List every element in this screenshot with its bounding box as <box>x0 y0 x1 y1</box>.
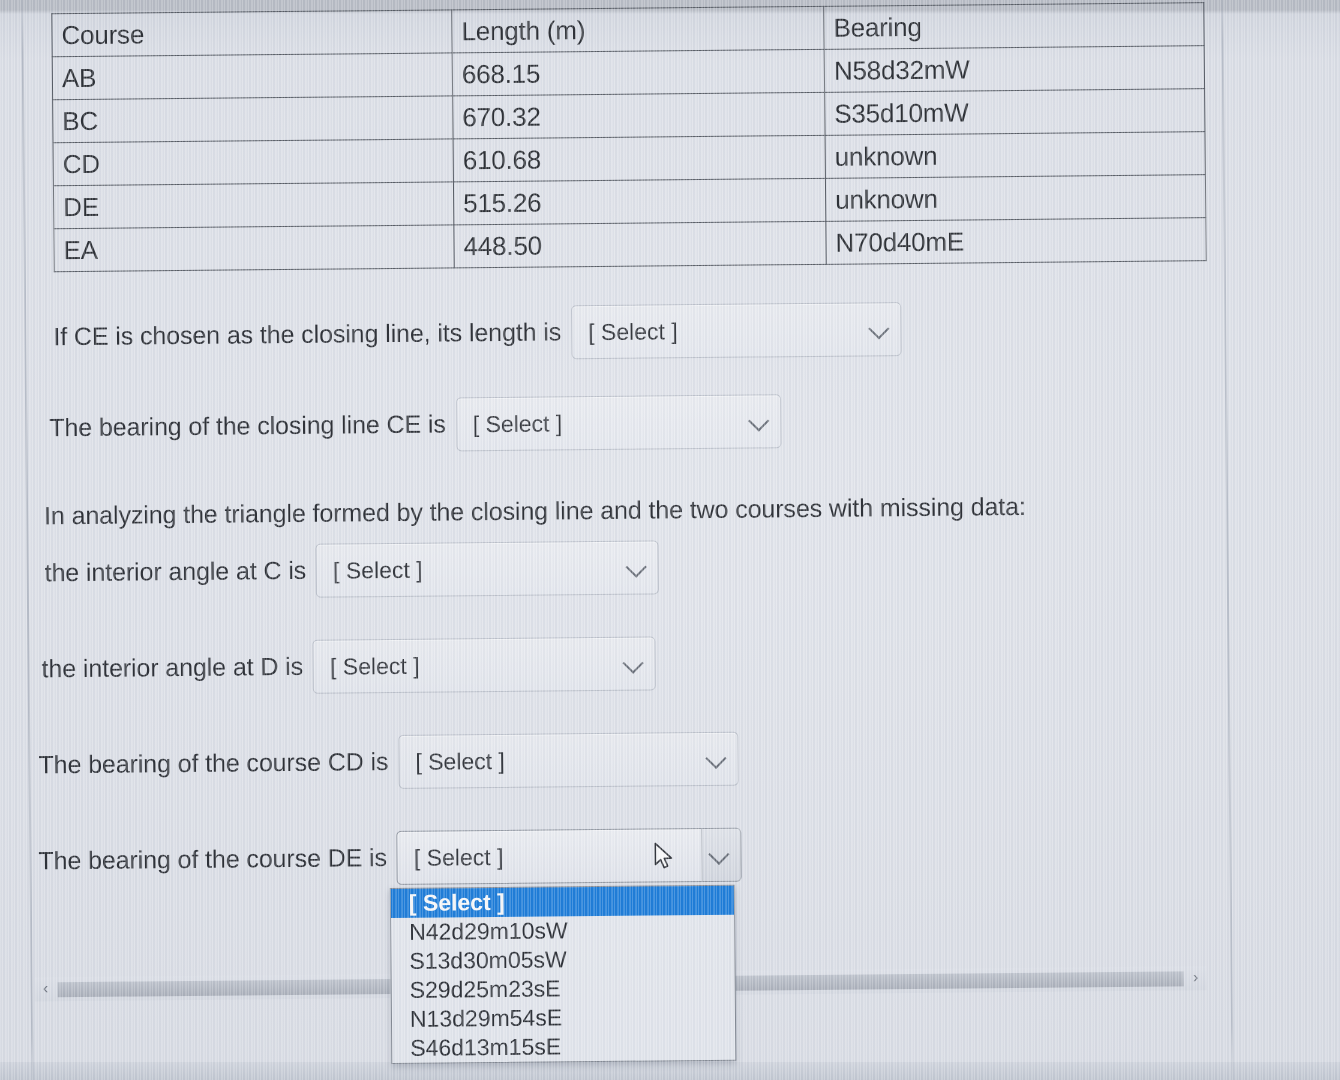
chevron-down-icon <box>626 557 647 578</box>
scroll-right-arrow-icon[interactable]: › <box>1185 966 1207 990</box>
select-bearing-de[interactable]: [ Select ] <box>397 828 743 885</box>
header-bearing: Bearing <box>824 3 1204 50</box>
select-closing-length[interactable]: [ Select ] <box>571 302 902 359</box>
question-closing-length: If CE is chosen as the closing line, its… <box>53 302 901 364</box>
panel-left-edge <box>21 0 34 1080</box>
scroll-left-arrow-icon[interactable]: ‹ <box>35 977 57 1001</box>
select-angle-c[interactable]: [ Select ] <box>316 540 660 597</box>
question-closing-bearing-label: The bearing of the closing line CE is <box>49 410 446 443</box>
question-bearing-de-label: The bearing of the course DE is <box>38 844 387 876</box>
cell-length: 448.50 <box>454 221 826 268</box>
cell-course: BC <box>53 96 453 143</box>
question-angle-c: the interior angle at C is [ Select ] <box>44 540 659 600</box>
dropdown-option[interactable]: S46d13m15sE <box>392 1031 735 1063</box>
select-closing-bearing-value: [ Select ] <box>473 410 563 438</box>
cell-bearing: N70d40mE <box>826 218 1206 265</box>
question-bearing-de: The bearing of the course DE is [ Select… <box>38 828 742 889</box>
cell-bearing: N58d32mW <box>824 46 1204 93</box>
select-bearing-cd-value: [ Select ] <box>415 747 505 775</box>
question-closing-length-label: If CE is chosen as the closing line, its… <box>53 318 561 352</box>
dropdown-option[interactable]: N13d29m54sE <box>392 1002 735 1034</box>
cell-bearing: unknown <box>825 132 1205 179</box>
select-bearing-cd[interactable]: [ Select ] <box>398 732 739 789</box>
question-angle-d: the interior angle at D is [ Select ] <box>41 636 656 696</box>
cell-length: 668.15 <box>452 49 824 96</box>
question-bearing-cd: The bearing of the course CD is [ Select… <box>38 732 738 793</box>
select-closing-length-value: [ Select ] <box>588 318 678 346</box>
cell-course: AB <box>52 53 452 100</box>
select-angle-d-value: [ Select ] <box>330 652 420 680</box>
screenshot-root: Course Length (m) Bearing AB 668.15 N58d… <box>0 0 1340 1080</box>
cell-course: EA <box>54 225 454 272</box>
course-data-table: Course Length (m) Bearing AB 668.15 N58d… <box>51 2 1206 272</box>
dropdown-option[interactable]: N42d29m10sW <box>391 915 734 947</box>
dropdown-option[interactable]: [ Select ] <box>391 886 734 918</box>
cell-course: CD <box>53 139 453 186</box>
analysis-intro-paragraph: In analyzing the triangle formed by the … <box>44 493 1026 531</box>
dropdown-option[interactable]: S29d25m23sE <box>392 973 735 1005</box>
cell-course: DE <box>53 182 453 229</box>
cell-bearing: S35d10mW <box>825 89 1205 136</box>
chevron-down-icon <box>623 653 644 674</box>
chevron-down-icon <box>748 410 769 431</box>
chevron-down-icon <box>705 748 726 769</box>
select-closing-bearing[interactable]: [ Select ] <box>456 394 782 451</box>
chevron-down-icon <box>868 318 889 339</box>
select-bearing-de-value: [ Select ] <box>414 843 504 871</box>
cell-length: 670.32 <box>453 92 825 139</box>
question-bearing-cd-label: The bearing of the course CD is <box>38 748 388 780</box>
bearing-de-dropdown-list[interactable]: [ Select ] N42d29m10sW S13d30m05sW S29d2… <box>390 885 737 1064</box>
question-angle-d-label: the interior angle at D is <box>41 652 303 684</box>
question-angle-c-label: the interior angle at C is <box>45 556 307 588</box>
header-length: Length (m) <box>452 6 824 53</box>
question-closing-bearing: The bearing of the closing line CE is [ … <box>49 394 781 455</box>
select-angle-c-value: [ Select ] <box>333 556 423 584</box>
panel-right-edge <box>1221 0 1234 1080</box>
quiz-page: Course Length (m) Bearing AB 668.15 N58d… <box>0 0 1340 1080</box>
cell-length: 610.68 <box>453 135 825 182</box>
cell-bearing: unknown <box>825 175 1205 222</box>
select-angle-d[interactable]: [ Select ] <box>313 636 657 693</box>
header-course: Course <box>52 10 452 57</box>
cell-length: 515.26 <box>453 178 825 225</box>
dropdown-option[interactable]: S13d30m05sW <box>391 944 734 976</box>
